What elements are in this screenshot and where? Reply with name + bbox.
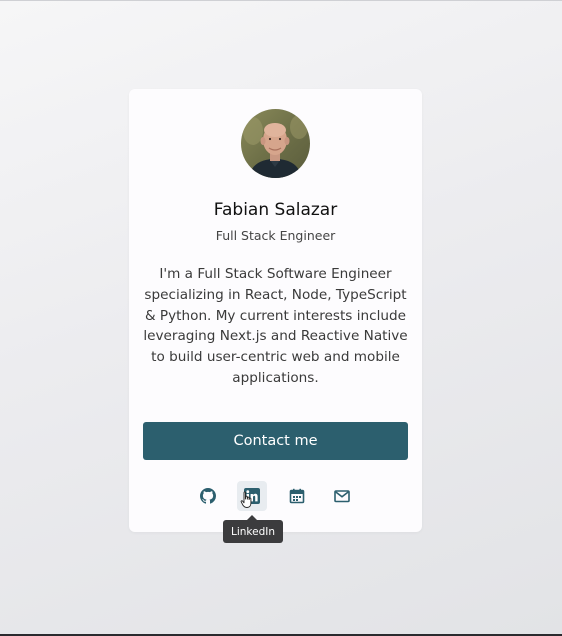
avatar-photo [241,109,310,178]
contact-me-button[interactable]: Contact me [143,422,408,460]
github-icon [200,488,216,504]
mail-icon [334,490,350,503]
calendar-link[interactable] [282,481,312,511]
profile-name: Fabian Salazar [213,200,338,220]
hand-cursor-icon [240,491,254,513]
profile-bio: I'm a Full Stack Software Engineer speci… [143,266,408,386]
github-link[interactable] [193,481,223,511]
email-link[interactable] [327,481,357,511]
window-top-border [0,0,562,1]
profile-card: Fabian Salazar Full Stack Engineer I'm a… [129,89,422,532]
avatar [241,109,310,178]
calendar-icon [289,488,305,504]
profile-title: Full Stack Engineer [215,228,336,243]
linkedin-tooltip: LinkedIn [223,515,283,543]
